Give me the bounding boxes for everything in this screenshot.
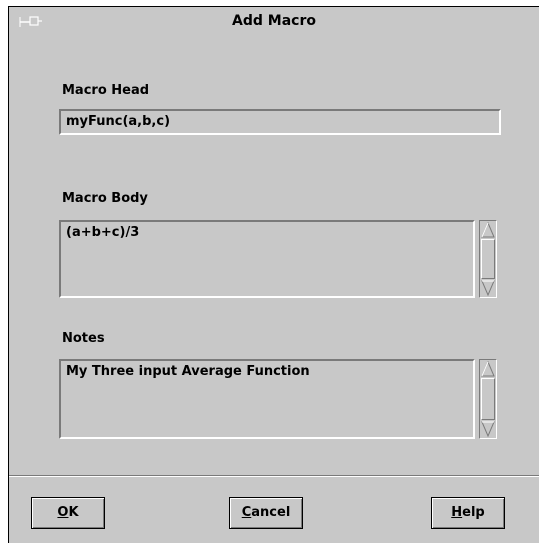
macro-head-label: Macro Head (62, 83, 150, 98)
cancel-mnemonic: C (241, 505, 252, 520)
ok-button[interactable]: OK (31, 497, 105, 529)
macro-body-scrollbar[interactable] (479, 220, 497, 298)
help-label-rest: elp (462, 505, 485, 520)
macro-head-input[interactable]: myFunc(a,b,c) (59, 109, 501, 135)
add-macro-dialog: Add Macro Macro Head myFunc(a,b,c) Macro… (8, 6, 539, 543)
cancel-button[interactable]: Cancel (229, 497, 303, 529)
macro-body-textarea[interactable]: (a+b+c)/3 (59, 220, 475, 298)
ok-label-rest: K (68, 505, 79, 520)
macro-body-scroll-thumb[interactable] (481, 239, 495, 279)
title-bar[interactable]: Add Macro (9, 7, 539, 35)
notes-value: My Three input Average Function (66, 364, 310, 379)
notes-scrollbar[interactable] (479, 359, 497, 439)
macro-body-value: (a+b+c)/3 (66, 225, 140, 240)
help-button[interactable]: Help (431, 497, 505, 529)
cancel-label-rest: ancel (251, 505, 291, 520)
scroll-down-arrow-icon[interactable] (481, 280, 495, 296)
scroll-up-arrow-icon[interactable] (481, 222, 495, 238)
window-title: Add Macro (232, 13, 316, 29)
macro-head-value: myFunc(a,b,c) (66, 114, 171, 129)
notes-label: Notes (62, 331, 105, 346)
ok-mnemonic: O (57, 505, 69, 520)
notes-textarea[interactable]: My Three input Average Function (59, 359, 475, 439)
macro-body-label: Macro Body (62, 191, 148, 206)
notes-scroll-thumb[interactable] (481, 378, 495, 420)
help-mnemonic: H (451, 505, 463, 520)
button-separator (9, 475, 539, 477)
scroll-up-arrow-icon[interactable] (481, 361, 495, 377)
scroll-down-arrow-icon[interactable] (481, 421, 495, 437)
